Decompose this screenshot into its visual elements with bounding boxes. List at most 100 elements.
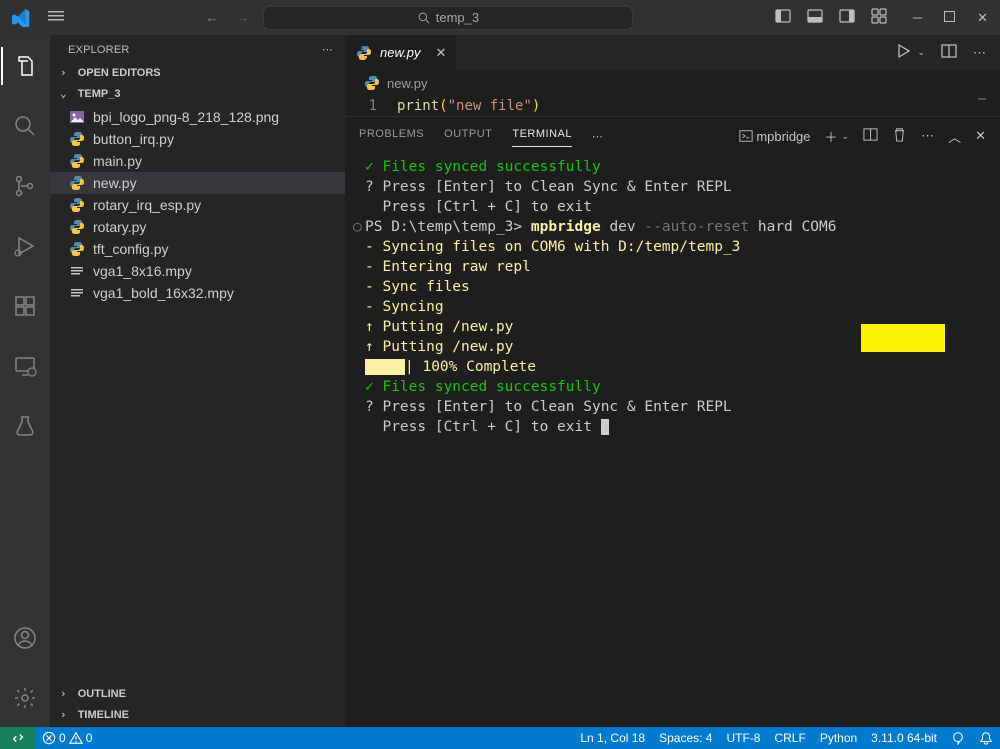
maximize-icon[interactable] — [944, 10, 955, 26]
nav-back-icon[interactable]: ← — [205, 10, 218, 25]
search-text: temp_3 — [436, 10, 479, 25]
terminal-line: Press [Ctrl + C] to exit — [353, 197, 986, 217]
run-dropdown-icon[interactable]: ⌄ — [917, 47, 925, 58]
breadcrumb-file: new.py — [387, 76, 427, 91]
terminal-output[interactable]: ✓ Files synced successfully? Press [Ente… — [345, 149, 1000, 439]
open-editors-section[interactable]: › OPEN EDITORS — [50, 62, 345, 83]
code-editor[interactable]: 1 print("new file") — [345, 96, 1000, 116]
folder-name: TEMP_3 — [78, 88, 121, 100]
file-item[interactable]: new.py — [50, 172, 345, 194]
file-item[interactable]: rotary_irq_esp.py — [50, 194, 345, 216]
python-icon — [68, 240, 86, 258]
layout-controls — [775, 8, 887, 27]
panel-tab-terminal[interactable]: TERMINAL — [512, 126, 572, 147]
panel-more-right-icon[interactable]: ⋯ — [921, 128, 934, 144]
panel-maximize-icon[interactable]: ︿ — [948, 127, 961, 146]
run-icon[interactable] — [895, 43, 911, 62]
split-terminal-icon[interactable] — [863, 127, 878, 145]
file-item[interactable]: tft_config.py — [50, 238, 345, 260]
file-item[interactable]: rotary.py — [50, 216, 345, 238]
outline-label: OUTLINE — [78, 688, 126, 700]
tab-newpy[interactable]: new.py ✕ — [345, 35, 456, 70]
file-item[interactable]: main.py — [50, 150, 345, 172]
file-tree: bpi_logo_png-8_218_128.png button_irq.pym… — [50, 104, 345, 683]
minimap[interactable] — [978, 98, 986, 100]
python-icon — [68, 174, 86, 192]
explorer-title: EXPLORER — [68, 44, 130, 56]
nav-fwd-icon[interactable]: → — [236, 10, 249, 25]
close-icon[interactable]: ✕ — [977, 10, 988, 26]
notifications-icon[interactable] — [972, 731, 1000, 745]
language-mode[interactable]: Python — [813, 731, 864, 745]
file-name: vga1_bold_16x32.mpy — [93, 285, 234, 301]
selection-highlight — [861, 324, 945, 352]
activity-testing-icon[interactable] — [1, 407, 49, 445]
kill-terminal-icon[interactable] — [892, 127, 907, 145]
activity-remote-icon[interactable] — [1, 347, 49, 385]
activity-debug-icon[interactable] — [1, 227, 49, 265]
split-editor-icon[interactable] — [941, 43, 957, 62]
file-name: bpi_logo_png-8_218_128.png — [93, 109, 279, 125]
activity-scm-icon[interactable] — [1, 167, 49, 205]
menu-icon[interactable] — [48, 8, 64, 27]
eol[interactable]: CRLF — [767, 731, 812, 745]
python-interpreter[interactable]: 3.11.0 64-bit — [864, 731, 944, 745]
layout-customize-icon[interactable] — [871, 8, 887, 27]
layout-toggle-left-icon[interactable] — [775, 8, 791, 27]
panel-more-icon[interactable]: ⋯ — [592, 130, 604, 143]
window-controls: ─ ✕ — [913, 10, 988, 26]
panel-close-icon[interactable]: ✕ — [975, 128, 986, 144]
layout-toggle-right-icon[interactable] — [839, 8, 855, 27]
terminal-profile[interactable]: mpbridge — [739, 129, 811, 144]
python-icon — [68, 130, 86, 148]
status-bar: 0 0 Ln 1, Col 18 Spaces: 4 UTF-8 CRLF Py… — [0, 727, 1000, 749]
activity-search-icon[interactable] — [1, 107, 49, 145]
tab-actions: ⌄ ⋯ — [895, 43, 1000, 62]
more-icon[interactable]: ⋯ — [322, 43, 333, 56]
file-item[interactable]: vga1_8x16.mpy — [50, 260, 345, 282]
terminal-line: Press [Ctrl + C] to exit — [353, 417, 986, 437]
panel-tabs: PROBLEMS OUTPUT TERMINAL ⋯ mpbridge ＋ ⌄ … — [345, 117, 1000, 149]
feedback-icon[interactable] — [944, 731, 972, 745]
panel-tab-problems[interactable]: PROBLEMS — [359, 126, 424, 146]
terminal-line: ? Press [Enter] to Clean Sync & Enter RE… — [353, 397, 986, 417]
activity-bar — [0, 35, 50, 727]
terminal-line: - Syncing files on COM6 with D:/temp/tem… — [353, 237, 986, 257]
generic-icon — [68, 262, 86, 280]
file-item[interactable]: button_irq.py — [50, 128, 345, 150]
remote-indicator[interactable] — [0, 727, 35, 749]
command-center[interactable]: temp_3 — [263, 6, 633, 30]
outline-section[interactable]: › OUTLINE — [50, 683, 345, 704]
terminal-line: - Syncing — [353, 297, 986, 317]
open-editors-label: OPEN EDITORS — [78, 67, 161, 79]
breadcrumb[interactable]: new.py — [345, 70, 1000, 96]
tab-close-icon[interactable]: ✕ — [435, 45, 446, 61]
new-terminal-dropdown-icon[interactable]: ⌄ — [842, 131, 850, 142]
activity-explorer-icon[interactable] — [1, 47, 49, 85]
folder-section[interactable]: ⌄ TEMP_3 — [50, 83, 345, 104]
errors-warnings[interactable]: 0 0 — [35, 731, 99, 745]
line-number: 1 — [345, 98, 397, 114]
panel-tab-output[interactable]: OUTPUT — [444, 126, 492, 146]
warning-count: 0 — [86, 731, 93, 745]
python-icon — [68, 152, 86, 170]
more-actions-icon[interactable]: ⋯ — [973, 45, 986, 61]
new-terminal-icon[interactable]: ＋ — [825, 127, 838, 146]
file-name: new.py — [93, 175, 137, 191]
activity-extensions-icon[interactable] — [1, 287, 49, 325]
minimize-icon[interactable]: ─ — [913, 10, 922, 26]
python-icon — [68, 196, 86, 214]
file-item[interactable]: bpi_logo_png-8_218_128.png — [50, 106, 345, 128]
layout-toggle-bottom-icon[interactable] — [807, 8, 823, 27]
activity-accounts-icon[interactable] — [1, 619, 49, 657]
indentation[interactable]: Spaces: 4 — [652, 731, 719, 745]
sidebar-header: EXPLORER ⋯ — [50, 35, 345, 62]
activity-settings-icon[interactable] — [1, 679, 49, 717]
cursor-position[interactable]: Ln 1, Col 18 — [573, 731, 652, 745]
terminal-line: | 100% Complete — [353, 357, 986, 377]
file-item[interactable]: vga1_bold_16x32.mpy — [50, 282, 345, 304]
encoding[interactable]: UTF-8 — [719, 731, 767, 745]
timeline-section[interactable]: › TIMELINE — [50, 704, 345, 725]
profile-label: mpbridge — [756, 129, 810, 144]
sidebar: EXPLORER ⋯ › OPEN EDITORS ⌄ TEMP_3 bpi_l… — [50, 35, 345, 727]
